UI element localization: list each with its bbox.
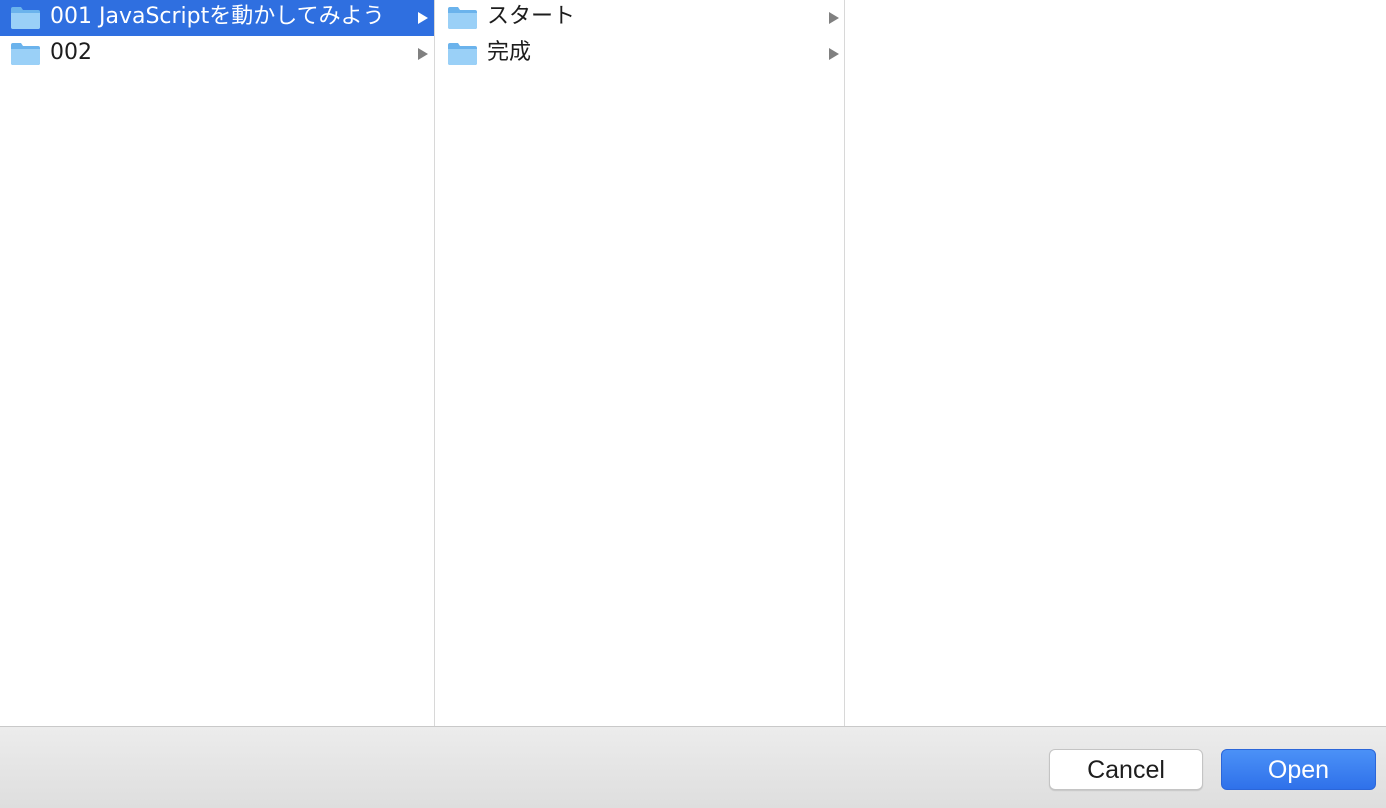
open-button[interactable]: Open	[1221, 749, 1376, 790]
cancel-button[interactable]: Cancel	[1049, 749, 1203, 790]
chevron-right-icon	[829, 12, 839, 24]
open-file-dialog: 001 JavaScriptを動かしてみよう 002 スタート 完成 Cance…	[0, 0, 1386, 808]
folder-label: スタート	[487, 4, 576, 29]
chevron-right-icon	[829, 48, 839, 60]
folder-icon	[448, 7, 477, 29]
folder-icon	[11, 43, 40, 65]
folder-label: 001 JavaScriptを動かしてみよう	[50, 4, 385, 29]
folder-row-start[interactable]: スタート	[435, 0, 844, 36]
folder-row-001[interactable]: 001 JavaScriptを動かしてみよう	[0, 0, 434, 36]
folder-icon	[448, 43, 477, 65]
chevron-right-icon	[418, 12, 428, 24]
column-browser: 001 JavaScriptを動かしてみよう 002 スタート 完成	[0, 0, 1386, 726]
folder-icon	[11, 7, 40, 29]
folder-label: 002	[50, 40, 92, 65]
column-2[interactable]: スタート 完成	[435, 0, 845, 726]
folder-label: 完成	[487, 40, 532, 65]
folder-row-002[interactable]: 002	[0, 36, 434, 72]
folder-row-complete[interactable]: 完成	[435, 36, 844, 72]
column-1[interactable]: 001 JavaScriptを動かしてみよう 002	[0, 0, 435, 726]
dialog-footer: Cancel Open	[0, 726, 1386, 808]
column-3[interactable]	[845, 0, 1386, 726]
chevron-right-icon	[418, 48, 428, 60]
